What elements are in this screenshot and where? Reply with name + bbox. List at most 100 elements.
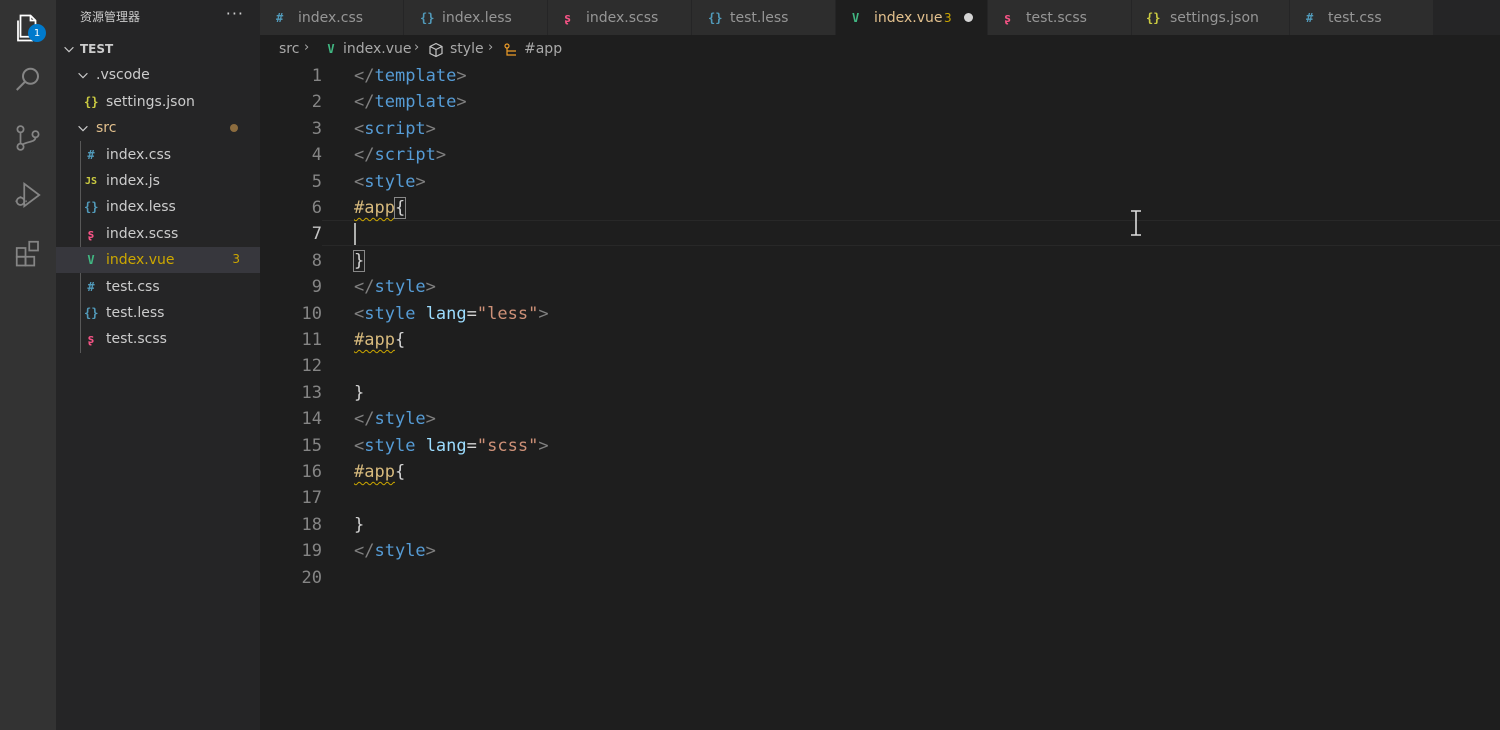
- explorer-badge: 1: [28, 24, 46, 42]
- more-actions-button[interactable]: ···: [226, 4, 244, 23]
- tree-item-index-css[interactable]: # index.css: [56, 142, 260, 168]
- code-token: </: [354, 92, 375, 113]
- modified-indicator: [230, 124, 238, 132]
- chevron-right-icon: ›: [304, 40, 310, 55]
- tab-label: index.scss: [586, 9, 659, 26]
- tree-item-index-scss[interactable]: ʂ index.scss: [56, 221, 260, 247]
- explorer-button[interactable]: 1: [0, 0, 56, 56]
- code-line[interactable]: </style>: [354, 538, 436, 564]
- tree-item-index-vue[interactable]: V index.vue 3: [56, 247, 260, 273]
- tree-root-test[interactable]: TEST: [56, 36, 260, 62]
- breadcrumb-file[interactable]: index.vue: [343, 41, 412, 57]
- code-editor[interactable]: 1 2 3 4 5 6 7 8 9 10 11 12 13 14 15 16 17 18 19 20 </templat…: [260, 63, 1500, 730]
- tree-folder-src[interactable]: src: [56, 115, 260, 141]
- code-token: lang: [425, 435, 467, 456]
- code-line[interactable]: #app{: [354, 327, 405, 353]
- tree-item-label: test.css: [106, 279, 160, 295]
- code-token: style: [364, 171, 416, 192]
- code-token: >: [456, 66, 467, 86]
- line-number: 18: [301, 514, 322, 535]
- code-token: <: [354, 303, 365, 324]
- editor-tabs: # index.css {} index.less ʂ index.scss {…: [260, 0, 1500, 35]
- activity-bar: 1: [0, 0, 56, 730]
- breadcrumb-selector[interactable]: #app: [524, 41, 562, 57]
- code-token: </: [354, 66, 375, 86]
- code-token: template: [374, 92, 457, 113]
- tab-label: test.less: [730, 9, 789, 26]
- code-token: >: [425, 118, 436, 139]
- code-line[interactable]: #app{: [354, 459, 405, 485]
- vue-file-icon: V: [852, 10, 860, 25]
- vue-file-icon: V: [327, 42, 335, 56]
- tree-item-label: index.vue: [106, 252, 175, 268]
- tab-index-vue[interactable]: V index.vue 3: [836, 0, 988, 35]
- tree-item-test-css[interactable]: # test.css: [56, 274, 260, 300]
- cube-icon: [429, 42, 443, 58]
- tab-test-css[interactable]: # test.css: [1290, 0, 1434, 35]
- code-token: }: [354, 514, 365, 535]
- less-file-icon: {}: [84, 200, 99, 214]
- css-file-icon: #: [1306, 10, 1314, 25]
- code-token: {: [394, 462, 406, 482]
- tab-index-less[interactable]: {} index.less: [404, 0, 548, 35]
- code-line[interactable]: <style lang="less">: [354, 301, 549, 327]
- code-token: >: [425, 409, 436, 430]
- code-line[interactable]: </style>: [354, 406, 436, 432]
- tab-test-scss[interactable]: ʂ test.scss: [988, 0, 1132, 35]
- tree-item-test-less[interactable]: {} test.less: [56, 300, 260, 326]
- code-line[interactable]: <style lang="scss">: [354, 433, 549, 459]
- code-token: script: [364, 118, 426, 139]
- tab-label: index.css: [298, 9, 364, 26]
- tab-label: test.css: [1328, 9, 1382, 26]
- tree-folder-vscode[interactable]: .vscode: [56, 62, 260, 88]
- tree-item-label: .vscode: [96, 67, 150, 83]
- explorer-sidebar: 资源管理器 ··· TEST .vscode {} settings.json …: [56, 0, 260, 730]
- tree-item-index-js[interactable]: JS index.js: [56, 168, 260, 194]
- code-token: "less": [476, 303, 539, 324]
- run-debug-button[interactable]: [0, 167, 56, 223]
- code-line[interactable]: }: [352, 248, 366, 274]
- source-control-button[interactable]: [0, 110, 56, 166]
- code-line[interactable]: #app{: [354, 195, 407, 221]
- code-line[interactable]: </template>: [354, 89, 467, 115]
- line-number: 13: [301, 382, 322, 403]
- matched-bracket-token: }: [352, 249, 366, 272]
- chevron-right-icon: ›: [414, 40, 420, 55]
- search-button[interactable]: [0, 52, 56, 108]
- tree-item-test-scss[interactable]: ʂ test.scss: [56, 326, 260, 352]
- code-token: >: [425, 541, 436, 562]
- tab-label: settings.json: [1170, 9, 1259, 26]
- breadcrumb-style[interactable]: style: [450, 41, 484, 57]
- tree-item-settings-json[interactable]: {} settings.json: [56, 89, 260, 115]
- unsaved-dot-icon[interactable]: [964, 13, 973, 22]
- tree-item-index-less[interactable]: {} index.less: [56, 194, 260, 220]
- code-line[interactable]: <style>: [354, 169, 426, 195]
- tab-index-scss[interactable]: ʂ index.scss: [548, 0, 692, 35]
- code-token: style: [364, 303, 416, 324]
- current-line-highlight: [322, 220, 1500, 246]
- code-token: script: [374, 145, 436, 166]
- matched-bracket-token: {: [393, 197, 407, 219]
- scss-file-icon: ʂ: [1004, 10, 1012, 25]
- less-file-icon: {}: [84, 306, 99, 320]
- code-line[interactable]: </style>: [354, 274, 436, 300]
- sidebar-header: 资源管理器 ···: [56, 0, 260, 32]
- code-line[interactable]: </template>: [354, 63, 467, 89]
- less-file-icon: {}: [420, 10, 435, 25]
- code-line[interactable]: }: [354, 380, 364, 406]
- code-token: =: [466, 303, 477, 324]
- tree-item-label: src: [96, 120, 117, 136]
- tab-index-css[interactable]: # index.css: [260, 0, 404, 35]
- code-token: </: [354, 409, 375, 430]
- code-token: template: [374, 66, 457, 86]
- source-control-icon: [16, 125, 40, 151]
- extensions-button[interactable]: [0, 225, 56, 281]
- code-line[interactable]: </script>: [354, 142, 446, 168]
- breadcrumb-src[interactable]: src: [279, 41, 299, 57]
- scss-file-icon: ʂ: [87, 332, 95, 346]
- code-line[interactable]: <script>: [354, 116, 436, 142]
- search-icon: [16, 67, 39, 91]
- tab-settings-json[interactable]: {} settings.json: [1132, 0, 1290, 35]
- tab-test-less[interactable]: {} test.less: [692, 0, 836, 35]
- code-line[interactable]: }: [354, 512, 364, 538]
